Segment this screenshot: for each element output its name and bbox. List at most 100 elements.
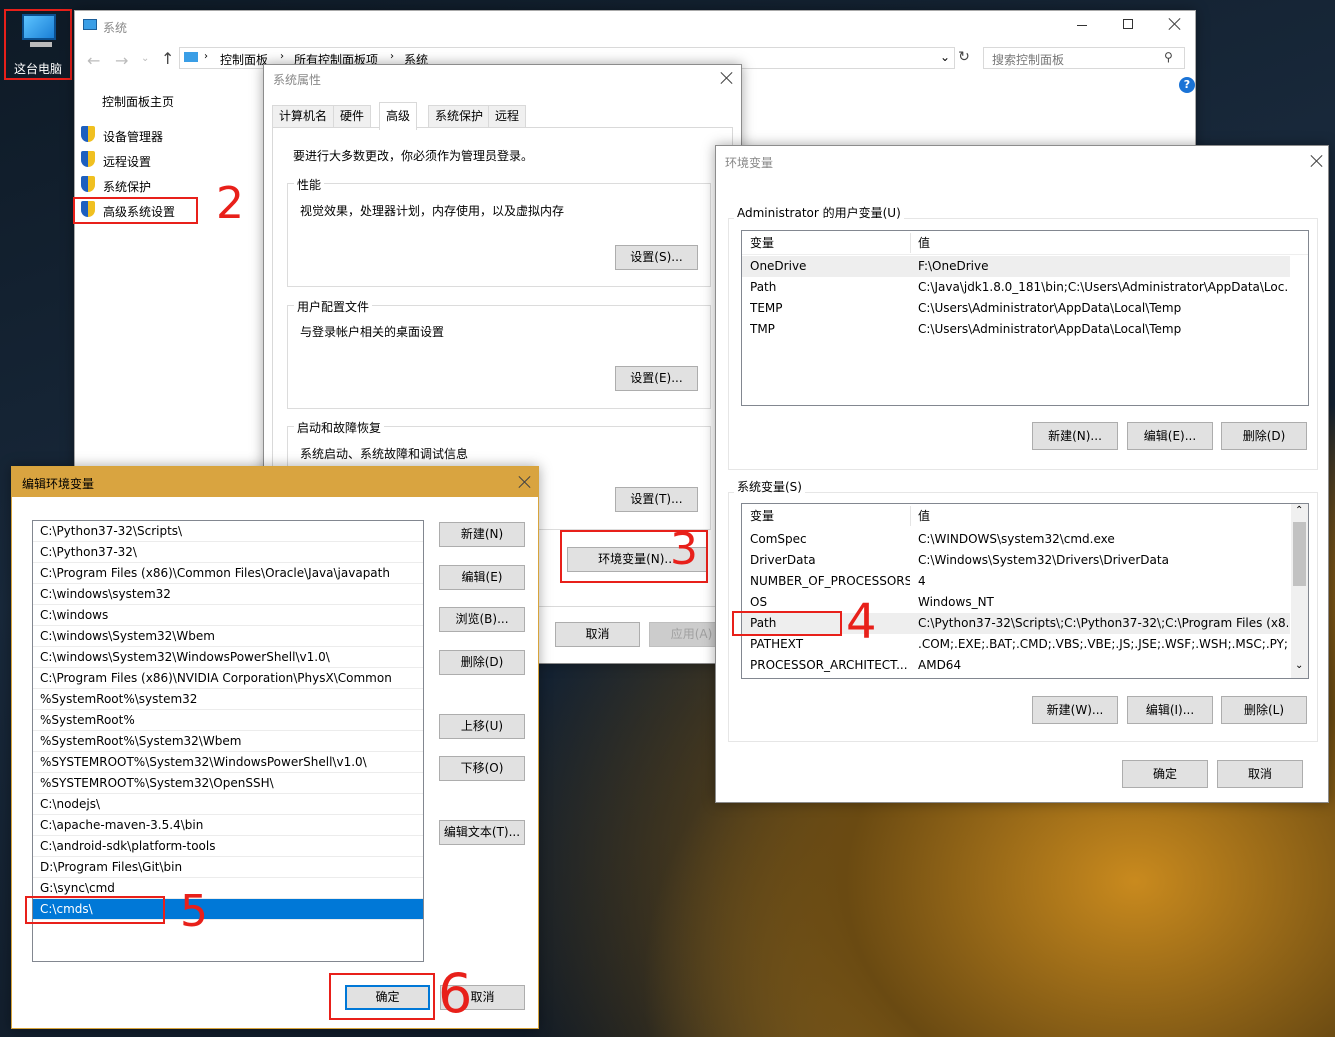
path-entry: %SYSTEMROOT%\System32\OpenSSH\ bbox=[40, 776, 274, 790]
recent-chevron-icon[interactable]: ⌄ bbox=[141, 53, 149, 64]
system-delete-button[interactable]: 删除(L) bbox=[1221, 696, 1307, 724]
shield-icon bbox=[81, 126, 95, 142]
path-move-up-button[interactable]: 上移(U) bbox=[439, 714, 525, 739]
path-move-down-button[interactable]: 下移(O) bbox=[439, 756, 525, 781]
path-entry: C:\windows\system32 bbox=[40, 587, 171, 601]
path-new-button[interactable]: 新建(N) bbox=[439, 522, 525, 547]
sidebar-item-system-protection[interactable]: 系统保护 bbox=[81, 175, 221, 195]
tab-system-protection[interactable]: 系统保护 bbox=[428, 105, 491, 127]
tab-hardware[interactable]: 硬件 bbox=[333, 105, 372, 127]
list-item[interactable]: C:\apache-maven-3.5.4\bin bbox=[33, 815, 423, 836]
scroll-thumb[interactable] bbox=[1293, 522, 1306, 586]
path-edit-text-button[interactable]: 编辑文本(T)... bbox=[439, 820, 525, 845]
table-row[interactable]: ComSpec C:\WINDOWS\system32\cmd.exe bbox=[742, 529, 1290, 550]
path-browse-button[interactable]: 浏览(B)... bbox=[439, 607, 525, 632]
list-item[interactable]: C:\nodejs\ bbox=[33, 794, 423, 815]
annotation-6: 6 bbox=[438, 962, 473, 1025]
table-row[interactable]: Path C:\Java\jdk1.8.0_181\bin;C:\Users\Ad… bbox=[742, 277, 1290, 298]
table-row[interactable]: TEMP C:\Users\Administrator\AppData\Local… bbox=[742, 298, 1290, 319]
minimize-button[interactable] bbox=[1077, 25, 1087, 26]
sidebar-item-remote-settings[interactable]: 远程设置 bbox=[81, 150, 221, 170]
list-item[interactable]: C:\android-sdk\platform-tools bbox=[33, 836, 423, 857]
profile-settings-button[interactable]: 设置(E)... bbox=[615, 366, 698, 391]
address-dropdown-icon[interactable]: ⌄ bbox=[940, 50, 950, 64]
system-vars-list[interactable]: 变量 值 ComSpec C:\WINDOWS\system32\cmd.exe D… bbox=[741, 503, 1309, 679]
refresh-icon[interactable]: ↻ bbox=[955, 49, 973, 69]
list-item[interactable]: %SYSTEMROOT%\System32\OpenSSH\ bbox=[33, 773, 423, 794]
list-item[interactable]: C:\Python37-32\ bbox=[33, 542, 423, 563]
column-header-value[interactable]: 值 bbox=[918, 231, 930, 255]
user-vars-list[interactable]: 变量 值 OneDrive F:\OneDrive Path C:\Java\jdk1… bbox=[741, 230, 1309, 406]
tab-advanced[interactable]: 高级 bbox=[379, 102, 418, 130]
list-item[interactable]: C:\Program Files (x86)\Common Files\Orac… bbox=[33, 563, 423, 584]
envvars-close-button[interactable] bbox=[1310, 154, 1324, 168]
table-row[interactable]: PROCESSOR_ARCHITECT... AMD64 bbox=[742, 655, 1290, 676]
breadcrumb-control-panel[interactable]: 控制面板 bbox=[220, 51, 268, 68]
column-header-variable[interactable]: 变量 bbox=[750, 504, 774, 528]
sidebar-home-link[interactable]: 控制面板主页 bbox=[102, 93, 174, 110]
list-item[interactable]: %SystemRoot%\system32 bbox=[33, 689, 423, 710]
variable-name: ComSpec bbox=[750, 532, 807, 546]
scroll-up-icon[interactable]: ⌃ bbox=[1295, 505, 1303, 516]
path-edit-button[interactable]: 编辑(E) bbox=[439, 565, 525, 590]
annotation-box-1 bbox=[4, 9, 72, 80]
edit-env-close-button[interactable] bbox=[518, 475, 532, 489]
path-entry: %SystemRoot%\System32\Wbem bbox=[40, 734, 242, 748]
address-computer-icon bbox=[184, 52, 198, 62]
variable-value: C:\Python37-32\Scripts\;C:\Python37-32\;… bbox=[918, 616, 1288, 630]
list-item[interactable]: C:\windows\System32\Wbem bbox=[33, 626, 423, 647]
list-item[interactable]: %SystemRoot%\System32\Wbem bbox=[33, 731, 423, 752]
maximize-button[interactable] bbox=[1123, 19, 1133, 29]
tab-computer-name[interactable]: 计算机名 bbox=[272, 105, 335, 127]
sysprops-cancel-button[interactable]: 取消 bbox=[555, 622, 640, 647]
table-row[interactable]: DriverData C:\Windows\System32\Drivers\Dr… bbox=[742, 550, 1290, 571]
list-item[interactable]: D:\Program Files\Git\bin bbox=[33, 857, 423, 878]
table-row[interactable]: PATHEXT .COM;.EXE;.BAT;.CMD;.VBS;.VBE;.JS… bbox=[742, 634, 1290, 655]
up-arrow-icon[interactable]: ↑ bbox=[161, 49, 174, 68]
list-item[interactable]: %SYSTEMROOT%\System32\WindowsPowerShell\… bbox=[33, 752, 423, 773]
variable-name: NUMBER_OF_PROCESSORS bbox=[750, 574, 910, 588]
tab-remote[interactable]: 远程 bbox=[488, 105, 527, 127]
breadcrumb-sep-icon: › bbox=[204, 51, 208, 62]
close-button[interactable] bbox=[1168, 17, 1182, 31]
table-row[interactable]: OneDrive F:\OneDrive bbox=[742, 256, 1290, 277]
list-item[interactable]: C:\Python37-32\Scripts\ bbox=[33, 521, 423, 542]
variable-value: 4 bbox=[918, 574, 926, 588]
system-edit-button[interactable]: 编辑(I)... bbox=[1127, 696, 1213, 724]
scroll-down-icon[interactable]: ⌄ bbox=[1295, 660, 1303, 671]
help-icon[interactable]: ? bbox=[1179, 77, 1195, 93]
back-arrow-icon[interactable]: ← bbox=[87, 51, 100, 70]
column-header-variable[interactable]: 变量 bbox=[750, 231, 774, 255]
sidebar-item-device-manager[interactable]: 设备管理器 bbox=[81, 125, 221, 145]
performance-desc: 视觉效果，处理器计划，内存使用，以及虚拟内存 bbox=[300, 204, 565, 218]
path-entry: C:\windows\System32\Wbem bbox=[40, 629, 215, 643]
column-header-value[interactable]: 值 bbox=[918, 504, 930, 528]
sysprops-title: 系统属性 bbox=[273, 73, 322, 87]
system-vars-scrollbar[interactable]: ⌃ ⌄ bbox=[1291, 504, 1308, 678]
system-new-button[interactable]: 新建(W)... bbox=[1032, 696, 1118, 724]
table-row[interactable]: TMP C:\Users\Administrator\AppData\Local\… bbox=[742, 319, 1290, 340]
list-item[interactable]: C:\windows\system32 bbox=[33, 584, 423, 605]
edit-env-title: 编辑环境变量 bbox=[22, 477, 95, 491]
sysprops-close-button[interactable] bbox=[720, 71, 734, 85]
list-item[interactable]: C:\Program Files (x86)\NVIDIA Corporatio… bbox=[33, 668, 423, 689]
variable-name: OneDrive bbox=[750, 259, 807, 273]
search-icon[interactable]: ⚲ bbox=[1164, 50, 1173, 64]
startup-settings-button[interactable]: 设置(T)... bbox=[615, 487, 698, 512]
user-new-button[interactable]: 新建(N)... bbox=[1032, 422, 1118, 450]
envvars-cancel-button[interactable]: 取消 bbox=[1217, 760, 1303, 788]
list-item[interactable]: %SystemRoot% bbox=[33, 710, 423, 731]
performance-settings-button[interactable]: 设置(S)... bbox=[615, 245, 698, 270]
search-input[interactable]: 搜索控制面板 bbox=[992, 51, 1064, 68]
variable-name: TEMP bbox=[750, 301, 783, 315]
user-edit-button[interactable]: 编辑(E)... bbox=[1127, 422, 1213, 450]
table-row[interactable]: NUMBER_OF_PROCESSORS 4 bbox=[742, 571, 1290, 592]
user-delete-button[interactable]: 删除(D) bbox=[1221, 422, 1307, 450]
path-delete-button[interactable]: 删除(D) bbox=[439, 650, 525, 675]
list-item[interactable]: C:\windows bbox=[33, 605, 423, 626]
forward-arrow-icon[interactable]: → bbox=[115, 51, 128, 70]
list-item[interactable]: C:\windows\System32\WindowsPowerShell\v1… bbox=[33, 647, 423, 668]
search-box[interactable]: 搜索控制面板 ⚲ bbox=[983, 47, 1185, 69]
table-row[interactable]: OS Windows_NT bbox=[742, 592, 1290, 613]
envvars-ok-button[interactable]: 确定 bbox=[1122, 760, 1208, 788]
